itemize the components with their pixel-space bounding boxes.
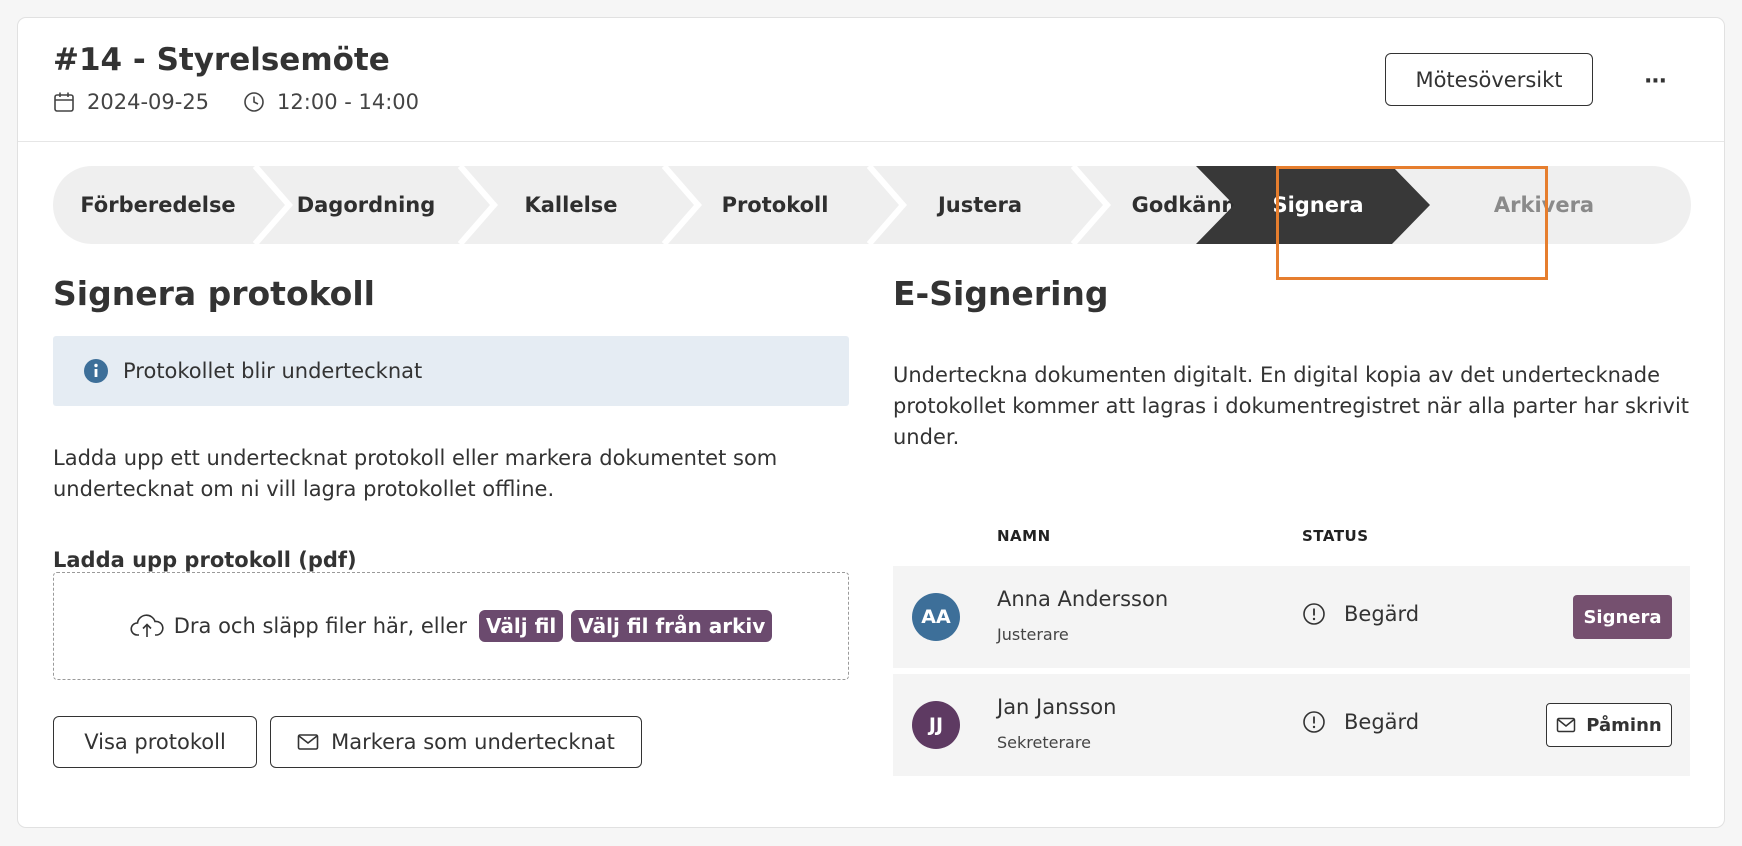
meeting-card: #14 - Styrelsemöte 2024-09-25 12:00 - 14… bbox=[17, 17, 1725, 828]
page-title: #14 - Styrelsemöte bbox=[53, 42, 390, 78]
remind-button[interactable]: Påminn bbox=[1546, 703, 1672, 747]
meeting-overview-button[interactable]: Mötesöversikt bbox=[1385, 53, 1593, 106]
choose-from-archive-button[interactable]: Välj fil från arkiv bbox=[571, 610, 773, 642]
status-text: Begärd bbox=[1344, 710, 1420, 734]
signer-status: Begärd bbox=[1302, 710, 1419, 734]
choose-file-button[interactable]: Välj fil bbox=[479, 610, 564, 642]
sign-protocol-heading: Signera protokoll bbox=[53, 274, 375, 313]
esign-description: Underteckna dokumenten digitalt. En digi… bbox=[893, 363, 1690, 449]
signer-name: Anna Andersson bbox=[997, 587, 1169, 611]
step-separator bbox=[1071, 166, 1111, 244]
header: #14 - Styrelsemöte 2024-09-25 12:00 - 14… bbox=[18, 18, 1724, 142]
esign-heading: E-Signering bbox=[893, 274, 1109, 313]
alert-circle-icon bbox=[1303, 603, 1325, 625]
envelope-icon bbox=[1557, 717, 1576, 733]
avatar: JJ bbox=[912, 701, 960, 749]
more-options-icon[interactable]: ··· bbox=[1636, 69, 1674, 94]
mark-signed-button[interactable]: Markera som undertecknat bbox=[270, 716, 642, 768]
step-separator bbox=[253, 166, 293, 244]
signer-name: Jan Jansson bbox=[997, 695, 1117, 719]
column-header-name: NAMN bbox=[997, 527, 1051, 545]
signer-row: AA Anna Andersson Justerare Begärd Signe… bbox=[893, 566, 1690, 668]
signer-role: Sekreterare bbox=[997, 733, 1091, 752]
dropzone-text: Dra och släpp filer här, eller bbox=[173, 614, 468, 638]
upload-label: Ladda upp protokoll (pdf) bbox=[53, 548, 357, 572]
view-protocol-button[interactable]: Visa protokoll bbox=[53, 716, 257, 768]
alert-circle-icon bbox=[1303, 711, 1325, 733]
column-header-status: STATUS bbox=[1302, 527, 1369, 545]
info-text: Protokollet blir undertecknat bbox=[123, 359, 423, 383]
sign-button[interactable]: Signera bbox=[1573, 595, 1672, 639]
signer-role: Justerare bbox=[997, 625, 1069, 644]
signer-row: JJ Jan Jansson Sekreterare Begärd Påminn bbox=[893, 674, 1690, 776]
file-dropzone[interactable]: Dra och släpp filer här, eller Välj fil … bbox=[53, 572, 849, 680]
step-arkivera[interactable]: Arkivera bbox=[1430, 166, 1658, 244]
calendar-icon bbox=[54, 92, 74, 112]
step-forberedelse[interactable]: Förberedelse bbox=[53, 166, 263, 244]
mark-signed-label: Markera som undertecknat bbox=[331, 730, 615, 754]
envelope-icon bbox=[297, 734, 319, 750]
status-text: Begärd bbox=[1344, 602, 1420, 626]
step-separator bbox=[662, 166, 702, 244]
step-separator bbox=[458, 166, 498, 244]
cloud-upload-icon bbox=[130, 614, 164, 637]
process-stepper: Förberedelse Dagordning Kallelse Protoko… bbox=[53, 166, 1691, 244]
meeting-meta: 2024-09-25 12:00 - 14:00 bbox=[53, 90, 419, 114]
meeting-date: 2024-09-25 bbox=[87, 90, 210, 114]
info-icon bbox=[84, 359, 108, 383]
clock-icon bbox=[244, 92, 264, 112]
avatar: AA bbox=[912, 593, 960, 641]
step-separator bbox=[867, 166, 907, 244]
step-signera[interactable]: Signera bbox=[1196, 166, 1430, 244]
upload-description: Ladda upp ett undertecknat protokoll ell… bbox=[53, 446, 778, 501]
remind-label: Påminn bbox=[1586, 714, 1662, 736]
meeting-time: 12:00 - 14:00 bbox=[277, 90, 420, 114]
signer-status: Begärd bbox=[1302, 602, 1419, 626]
info-banner: Protokollet blir undertecknat bbox=[53, 336, 849, 406]
